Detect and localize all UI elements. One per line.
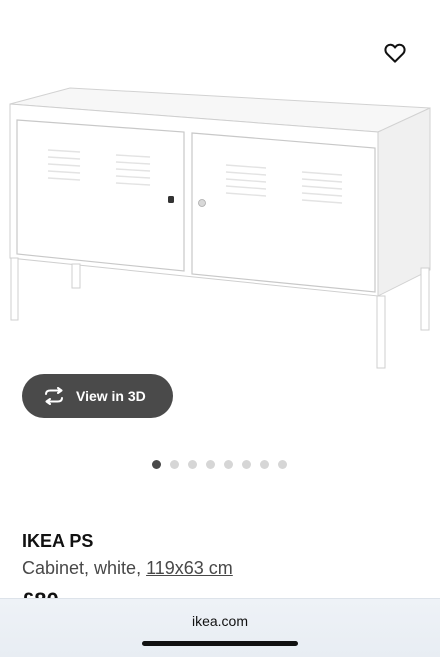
carousel-dot[interactable] (260, 460, 269, 469)
favourite-button[interactable] (382, 40, 408, 66)
carousel-dot[interactable] (242, 460, 251, 469)
heart-icon (384, 43, 406, 63)
carousel-dot[interactable] (224, 460, 233, 469)
product-description-text: Cabinet, white, (22, 558, 147, 578)
rotate-3d-icon (42, 387, 66, 405)
carousel-dot[interactable] (206, 460, 215, 469)
browser-address-bar[interactable]: ikea.com (0, 598, 440, 657)
product-description: Cabinet, white, 119x63 cm (22, 558, 233, 579)
carousel-dot[interactable] (170, 460, 179, 469)
home-indicator[interactable] (142, 641, 298, 646)
view-in-3d-button[interactable]: View in 3D (22, 374, 173, 418)
carousel-dot[interactable] (278, 460, 287, 469)
image-carousel-indicator (152, 460, 287, 469)
carousel-dot[interactable] (152, 460, 161, 469)
carousel-dot[interactable] (188, 460, 197, 469)
product-name: IKEA PS (22, 531, 94, 551)
browser-url[interactable]: ikea.com (0, 613, 440, 629)
view-in-3d-label: View in 3D (76, 388, 146, 404)
dimensions-link[interactable]: 119x63 cm (146, 558, 233, 578)
